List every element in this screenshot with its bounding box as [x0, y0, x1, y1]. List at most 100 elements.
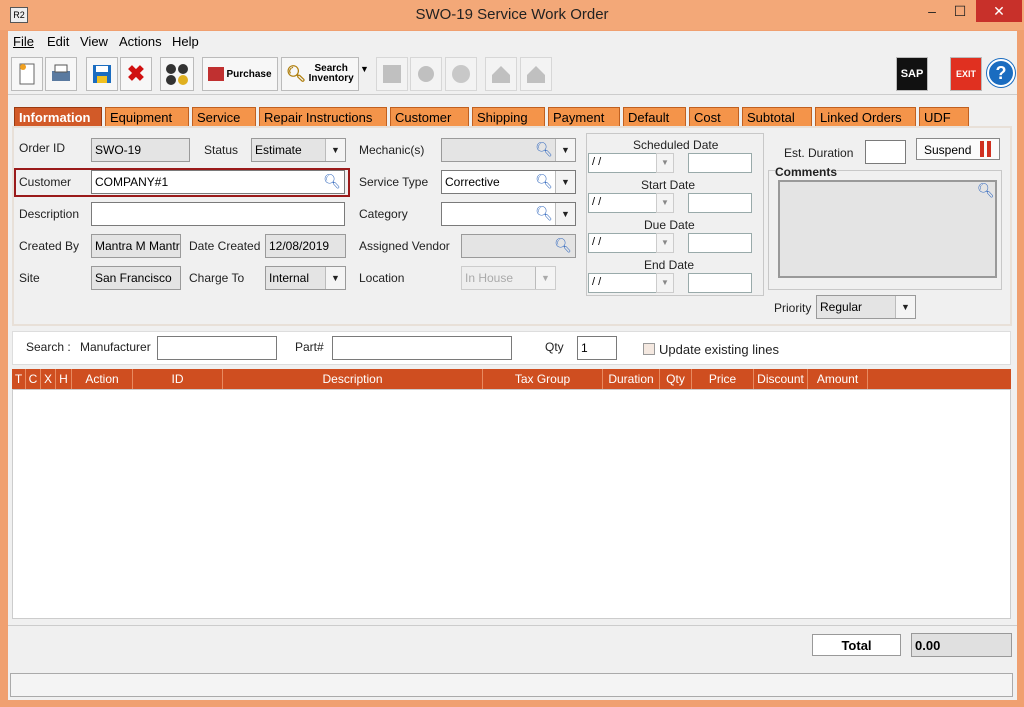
- service-type-select[interactable]: Corrective 🔍︎ ▼: [441, 170, 576, 194]
- search-icon[interactable]: 🔍︎: [535, 173, 553, 190]
- column-h[interactable]: H: [56, 369, 72, 389]
- search-inventory-button[interactable]: 🔍︎ Search Inventory: [281, 57, 359, 91]
- column-t[interactable]: T: [12, 369, 26, 389]
- edit-house-icon: [485, 57, 517, 91]
- tab-udf[interactable]: UDF: [919, 107, 969, 127]
- chevron-down-icon[interactable]: ▼: [325, 267, 345, 289]
- tab-payment[interactable]: Payment: [548, 107, 620, 127]
- tab-linked-orders[interactable]: Linked Orders: [815, 107, 916, 127]
- maximize-button[interactable]: ☐: [945, 0, 975, 22]
- category-select[interactable]: 🔍︎ ▼: [441, 202, 576, 226]
- help-icon[interactable]: ?: [987, 59, 1015, 87]
- search-icon[interactable]: 🔍︎: [977, 182, 995, 199]
- close-button[interactable]: ✕: [976, 0, 1022, 22]
- description-field[interactable]: [91, 202, 345, 226]
- qty-field[interactable]: 1: [577, 336, 617, 360]
- sap-button[interactable]: SAP: [896, 57, 928, 91]
- assigned-vendor-field[interactable]: 🔍︎: [461, 234, 576, 258]
- chevron-down-icon[interactable]: ▼: [325, 139, 345, 161]
- start-date-field[interactable]: / /: [588, 193, 658, 213]
- tab-equipment[interactable]: Equipment: [105, 107, 189, 127]
- grid-header: T C X H Action ID Description Tax Group …: [12, 369, 1011, 389]
- minimize-button[interactable]: –: [917, 0, 947, 22]
- chevron-down-icon[interactable]: ▼: [656, 153, 674, 173]
- column-amount[interactable]: Amount: [808, 369, 868, 389]
- manufacturer-field[interactable]: [157, 336, 277, 360]
- date-created-field: 12/08/2019: [265, 234, 346, 258]
- column-tax-group[interactable]: Tax Group: [483, 369, 603, 389]
- scheduled-time-field[interactable]: [688, 153, 752, 173]
- delete-icon[interactable]: ✖: [120, 57, 152, 91]
- column-c[interactable]: C: [26, 369, 41, 389]
- print-icon[interactable]: [45, 57, 77, 91]
- charge-to-label: Charge To: [189, 271, 245, 285]
- end-time-field[interactable]: [688, 273, 752, 293]
- menu-file[interactable]: File: [13, 34, 34, 49]
- query-icon[interactable]: [160, 57, 194, 91]
- due-time-field[interactable]: [688, 233, 752, 253]
- chevron-down-icon[interactable]: ▼: [555, 139, 575, 161]
- search-icon[interactable]: 🔍︎: [535, 141, 553, 158]
- priority-select[interactable]: Regular ▼: [816, 295, 916, 319]
- chevron-down-icon[interactable]: ▼: [656, 193, 674, 213]
- mechanics-select[interactable]: 🔍︎ ▼: [441, 138, 576, 162]
- search-icon[interactable]: 🔍︎: [323, 173, 341, 190]
- menu-edit[interactable]: Edit: [47, 34, 69, 49]
- status-bar: [10, 673, 1013, 697]
- comments-field[interactable]: [778, 180, 997, 278]
- new-document-icon[interactable]: [11, 57, 43, 91]
- tab-subtotal[interactable]: Subtotal: [742, 107, 812, 127]
- tab-cost[interactable]: Cost: [689, 107, 739, 127]
- search-inventory-dropdown-icon[interactable]: ▼: [360, 64, 369, 74]
- part-field[interactable]: [332, 336, 512, 360]
- start-time-field[interactable]: [688, 193, 752, 213]
- column-qty[interactable]: Qty: [660, 369, 692, 389]
- est-duration-field[interactable]: [865, 140, 906, 164]
- chevron-down-icon[interactable]: ▼: [895, 296, 915, 318]
- status-select[interactable]: Estimate ▼: [251, 138, 346, 162]
- suspend-button[interactable]: Suspend: [916, 138, 1000, 160]
- tab-default[interactable]: Default: [623, 107, 686, 127]
- line-items-grid[interactable]: [12, 389, 1011, 619]
- gear-icon: [445, 57, 477, 91]
- purchase-icon: [208, 67, 225, 81]
- update-existing-checkbox[interactable]: [643, 343, 655, 355]
- column-price[interactable]: Price: [692, 369, 754, 389]
- qty-label: Qty: [545, 340, 564, 354]
- column-description[interactable]: Description: [223, 369, 483, 389]
- tab-customer[interactable]: Customer: [390, 107, 469, 127]
- chevron-down-icon[interactable]: ▼: [555, 203, 575, 225]
- search-icon[interactable]: 🔍︎: [535, 205, 553, 222]
- column-duration[interactable]: Duration: [603, 369, 660, 389]
- home-icon: [520, 57, 552, 91]
- start-date-label: Start Date: [641, 178, 696, 192]
- customer-field[interactable]: COMPANY#1 🔍︎: [91, 170, 345, 194]
- menu-actions[interactable]: Actions: [119, 34, 162, 49]
- pause-icon: [980, 141, 984, 157]
- scheduled-date-field[interactable]: / /: [588, 153, 658, 173]
- search-icon[interactable]: 🔍︎: [554, 237, 572, 254]
- column-x[interactable]: X: [41, 369, 56, 389]
- tab-service[interactable]: Service: [192, 107, 256, 127]
- exit-button[interactable]: EXIT: [950, 57, 982, 91]
- manufacturer-label: Manufacturer: [80, 340, 151, 354]
- menu-view[interactable]: View: [80, 34, 108, 49]
- save-icon[interactable]: [86, 57, 118, 91]
- menu-help[interactable]: Help: [172, 34, 199, 49]
- column-action[interactable]: Action: [72, 369, 133, 389]
- priority-label: Priority: [774, 301, 812, 315]
- service-type-label: Service Type: [359, 175, 429, 189]
- chevron-down-icon[interactable]: ▼: [656, 233, 674, 253]
- chevron-down-icon[interactable]: ▼: [656, 273, 674, 293]
- due-date-field[interactable]: / /: [588, 233, 658, 253]
- order-id-label: Order ID: [19, 141, 66, 155]
- column-discount[interactable]: Discount: [754, 369, 808, 389]
- end-date-field[interactable]: / /: [588, 273, 658, 293]
- tab-information[interactable]: Information: [14, 107, 102, 127]
- tab-shipping[interactable]: Shipping: [472, 107, 545, 127]
- column-id[interactable]: ID: [133, 369, 223, 389]
- purchase-button[interactable]: Purchase: [202, 57, 278, 91]
- charge-to-select[interactable]: Internal ▼: [265, 266, 346, 290]
- tab-repair-instructions[interactable]: Repair Instructions: [259, 107, 387, 127]
- chevron-down-icon[interactable]: ▼: [555, 171, 575, 193]
